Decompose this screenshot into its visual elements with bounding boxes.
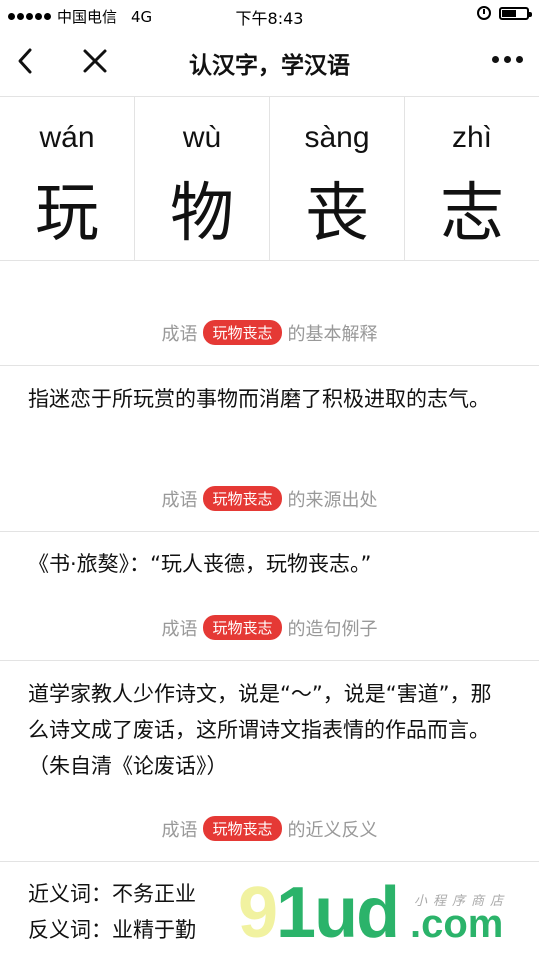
divider [0, 660, 539, 661]
status-bar: 中国电信 4G 下午8:43 [0, 0, 539, 30]
more-icon[interactable] [492, 56, 523, 63]
section-prefix: 成语 [161, 490, 198, 511]
basic-explanation-text: 指迷恋于所玩赏的事物而消磨了积极进取的志气。 [28, 387, 490, 411]
idiom-badge: 玩物丧志 [203, 816, 282, 841]
nav-bar: 认汉字，学汉语 [0, 30, 539, 97]
hanzi-character: 丧 [305, 177, 369, 251]
watermark-dotcom: .com [410, 902, 504, 946]
section-prefix: 成语 [161, 820, 198, 841]
hanzi-character: 玩 [35, 177, 99, 251]
idiom-badge: 玩物丧志 [203, 320, 282, 345]
example-text: 道学家教人少作诗文，说是“～”，说是“害道”，那么诗文成了废话，这所谓诗文指表情… [28, 682, 492, 778]
watermark-logo: 91ud 小程序商店 .com [238, 868, 538, 960]
character-cell: zhì 志 [405, 97, 539, 260]
section-suffix: 的近义反义 [287, 820, 378, 841]
hanzi-character: 物 [170, 177, 234, 251]
synonym-section-header: 成语 玩物丧志 的近义反义 [0, 816, 539, 842]
character-cell: sàng 丧 [270, 97, 405, 260]
character-grid: wán 玩 wù 物 sàng 丧 zhì 志 [0, 97, 539, 261]
character-cell: wán 玩 [0, 97, 135, 260]
section-suffix: 的造句例子 [287, 619, 378, 640]
pinyin-label: wù [182, 121, 222, 154]
divider [0, 861, 539, 862]
section-prefix: 成语 [161, 324, 198, 345]
section-suffix: 的来源出处 [287, 490, 378, 511]
divider [0, 531, 539, 532]
basic-section-header: 成语 玩物丧志 的基本解释 [0, 320, 539, 346]
hanzi-character: 志 [440, 177, 504, 251]
source-section-header: 成语 玩物丧志 的来源出处 [0, 486, 539, 512]
page: 中国电信 4G 下午8:43 认汉字，学汉语 wán 玩 wù 物 sàng 丧… [0, 0, 539, 960]
battery-icon [499, 6, 532, 20]
pinyin-label: zhì [451, 121, 493, 154]
section-prefix: 成语 [161, 619, 198, 640]
pinyin-label: sàng [304, 121, 370, 154]
example-section-header: 成语 玩物丧志 的造句例子 [0, 615, 539, 641]
status-time: 下午8:43 [235, 9, 304, 28]
page-title: 认汉字，学汉语 [189, 53, 350, 79]
watermark-wordmark: 91ud [238, 873, 400, 953]
divider [0, 365, 539, 366]
alarm-icon [477, 6, 491, 20]
character-cell: wù 物 [135, 97, 270, 260]
idiom-badge: 玩物丧志 [203, 615, 282, 640]
status-right [477, 6, 532, 20]
idiom-badge: 玩物丧志 [203, 486, 282, 511]
source-text: 《书·旅獒》：“玩人丧德，玩物丧志。” [28, 552, 372, 576]
section-suffix: 的基本解释 [287, 324, 378, 345]
pinyin-label: wán [39, 121, 95, 154]
